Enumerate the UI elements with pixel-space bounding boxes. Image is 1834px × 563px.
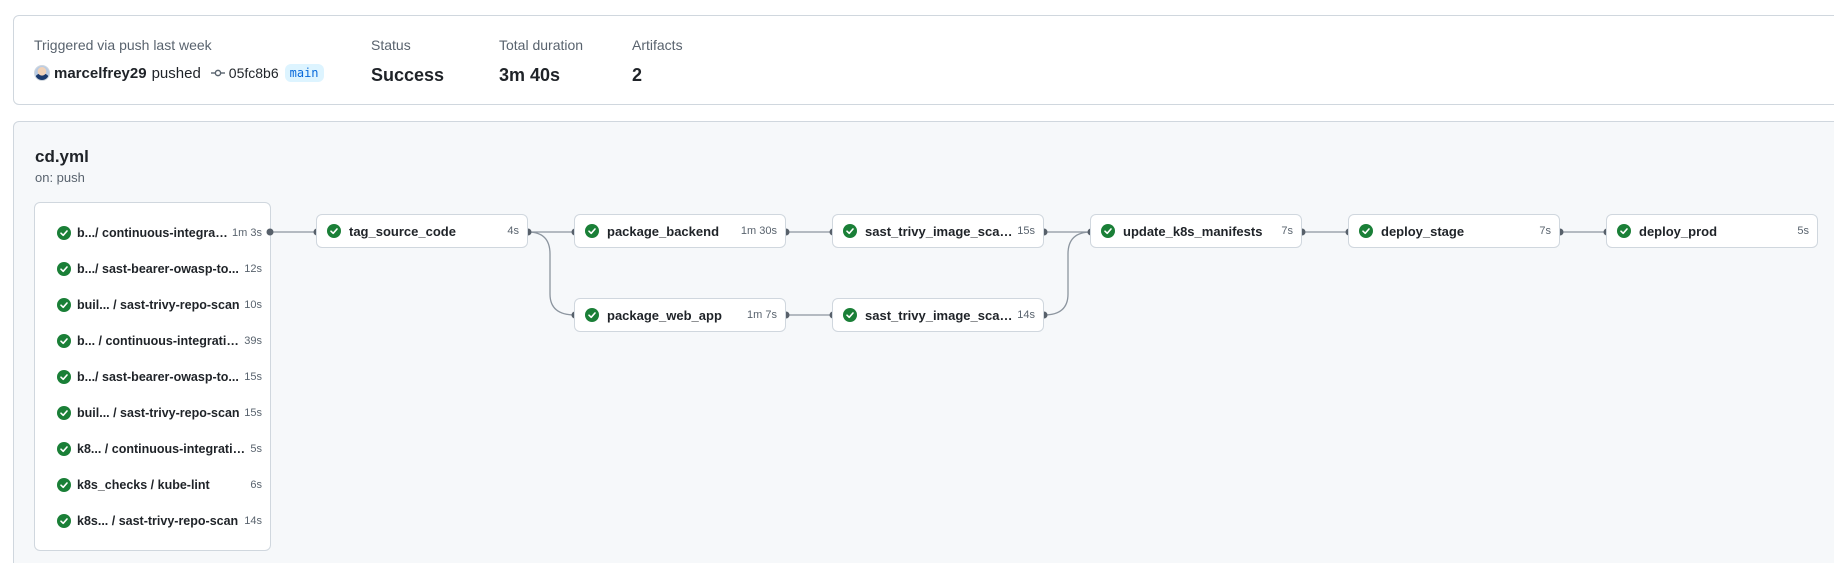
job-name: update_k8s_manifests — [1123, 223, 1263, 239]
commit-sha: 05fc8b6 — [228, 65, 279, 81]
job-sast-trivy-image-scan-web[interactable]: sast_trivy_image_scan_w... 14s — [832, 298, 1044, 332]
group-job[interactable]: k8s... / sast-trivy-repo-scan 14s — [57, 511, 262, 531]
job-name: deploy_prod — [1639, 223, 1718, 239]
group-job-name: buil... / sast-trivy-repo-scan — [77, 298, 240, 312]
check-circle-icon — [57, 442, 71, 456]
job-name: deploy_stage — [1381, 223, 1465, 239]
check-circle-icon — [57, 334, 71, 348]
group-job-name: b... / continuous-integration — [77, 334, 241, 348]
job-name: package_web_app — [607, 307, 722, 323]
commit-link[interactable]: 05fc8b6 — [210, 65, 279, 81]
job-duration: 14s — [1017, 309, 1035, 321]
job-duration: 7s — [1539, 225, 1551, 237]
group-job[interactable]: b.../ continuous-integrat... 1m 3s — [57, 223, 262, 243]
artifacts-section: Artifacts 2 — [632, 37, 683, 86]
group-job-name: k8s_checks / kube-lint — [77, 478, 210, 492]
status-section: Status Success — [371, 37, 444, 86]
group-job-name: b.../ sast-bearer-owasp-to... — [77, 370, 239, 384]
duration-label: Total duration — [499, 37, 584, 53]
run-summary: Triggered via push last week marcelfrey2… — [13, 15, 1834, 105]
group-job-duration: 1m 3s — [232, 227, 262, 239]
group-job[interactable]: k8s_checks / kube-lint 6s — [57, 475, 262, 495]
check-circle-icon — [1359, 224, 1373, 238]
job-name: tag_source_code — [349, 223, 456, 239]
check-circle-icon — [57, 478, 71, 492]
job-duration: 1m 30s — [740, 225, 777, 237]
group-job-duration: 39s — [244, 335, 262, 347]
duration-value: 3m 40s — [499, 65, 561, 85]
trigger-label: Triggered via push last week — [34, 37, 212, 53]
group-job-name: b.../ sast-bearer-owasp-to... — [77, 262, 239, 276]
check-circle-icon — [585, 308, 599, 322]
group-job[interactable]: buil... / sast-trivy-repo-scan 15s — [57, 403, 262, 423]
group-job-name: k8... / continuous-integration — [77, 442, 247, 456]
check-circle-icon — [843, 224, 857, 238]
group-job[interactable]: b.../ sast-bearer-owasp-to... 15s — [57, 367, 262, 387]
job-tag-source-code[interactable]: tag_source_code 4s — [316, 214, 528, 248]
job-sast-trivy-image-scan-backend[interactable]: sast_trivy_image_scan_b... 15s — [832, 214, 1044, 248]
job-package-backend[interactable]: package_backend 1m 30s — [574, 214, 786, 248]
group-job[interactable]: k8... / continuous-integration 5s — [57, 439, 262, 459]
workflow-trigger: on: push — [35, 170, 85, 185]
group-job-name: k8s... / sast-trivy-repo-scan — [77, 514, 239, 528]
group-job-name: b.../ continuous-integrat... — [77, 226, 229, 240]
duration-section: Total duration 3m 40s — [499, 37, 583, 86]
job-duration: 5s — [1797, 225, 1809, 237]
check-circle-icon — [57, 370, 71, 384]
job-name: sast_trivy_image_scan_w... — [865, 307, 1014, 323]
user-avatar[interactable] — [34, 65, 50, 81]
artifacts-value[interactable]: 2 — [632, 65, 683, 86]
job-duration: 7s — [1281, 225, 1293, 237]
check-circle-icon — [1617, 224, 1631, 238]
trigger-details: marcelfrey29 pushed 05fc8b6 main — [34, 64, 324, 82]
group-job-duration: 12s — [244, 263, 262, 275]
branch-badge[interactable]: main — [284, 64, 324, 82]
status-label: Status — [371, 37, 411, 53]
job-duration: 1m 7s — [747, 309, 777, 321]
group-job[interactable]: b.../ sast-bearer-owasp-to... 12s — [57, 259, 262, 279]
group-job-duration: 14s — [244, 515, 262, 527]
check-circle-icon — [57, 298, 71, 312]
check-circle-icon — [327, 224, 341, 238]
group-job-duration: 15s — [244, 371, 262, 383]
job-duration: 4s — [507, 225, 519, 237]
check-circle-icon — [57, 262, 71, 276]
workflow-graph: cd.yml on: push b.../ continuous-integra… — [13, 121, 1834, 563]
job-deploy-prod[interactable]: deploy_prod 5s — [1606, 214, 1818, 248]
grouped-jobs: b.../ continuous-integrat... 1m 3s b.../… — [34, 202, 271, 551]
group-job-duration: 15s — [244, 407, 262, 419]
job-duration: 15s — [1017, 225, 1035, 237]
workflow-file-name: cd.yml — [35, 147, 89, 166]
git-commit-icon — [210, 69, 225, 77]
job-deploy-stage[interactable]: deploy_stage 7s — [1348, 214, 1560, 248]
status-value: Success — [371, 65, 445, 85]
job-update-k8s-manifests[interactable]: update_k8s_manifests 7s — [1090, 214, 1302, 248]
group-job-duration: 10s — [244, 299, 262, 311]
check-circle-icon — [1101, 224, 1115, 238]
group-job-duration: 5s — [250, 443, 262, 455]
job-name: sast_trivy_image_scan_b... — [865, 223, 1014, 239]
group-job[interactable]: b... / continuous-integration 39s — [57, 331, 262, 351]
push-action: pushed — [151, 64, 201, 82]
group-job-name: buil... / sast-trivy-repo-scan — [77, 406, 240, 420]
group-job[interactable]: buil... / sast-trivy-repo-scan 10s — [57, 295, 262, 315]
job-name: package_backend — [607, 223, 720, 239]
check-circle-icon — [57, 406, 71, 420]
actor-link[interactable]: marcelfrey29 — [54, 65, 147, 82]
check-circle-icon — [57, 514, 71, 528]
check-circle-icon — [585, 224, 599, 238]
check-circle-icon — [843, 308, 857, 322]
artifacts-label: Artifacts — [632, 37, 683, 53]
group-job-duration: 6s — [250, 479, 262, 491]
job-package-web-app[interactable]: package_web_app 1m 7s — [574, 298, 786, 332]
check-circle-icon — [57, 226, 71, 240]
